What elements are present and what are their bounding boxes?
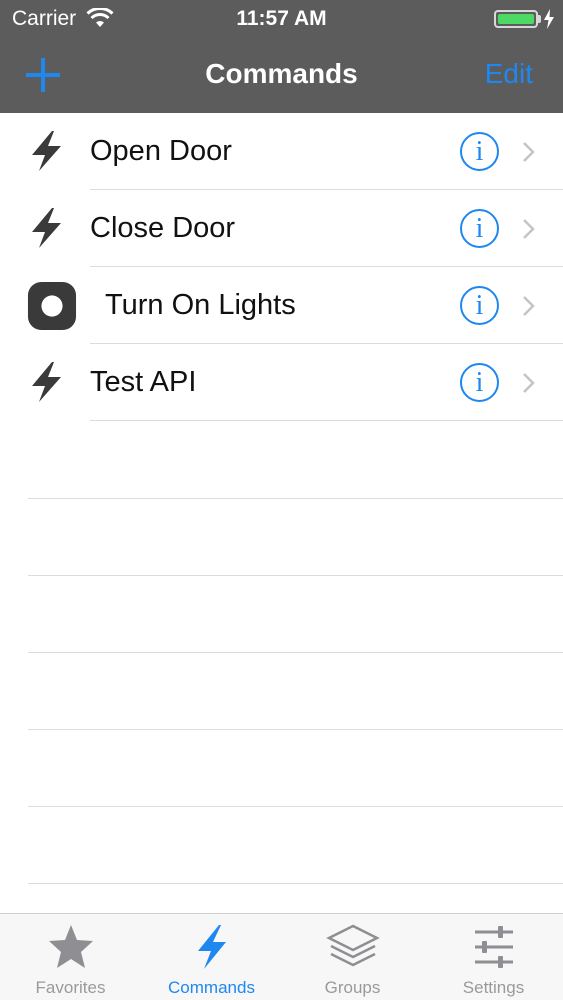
- info-icon[interactable]: i: [460, 132, 499, 171]
- chevron-right-icon: [523, 219, 535, 239]
- info-icon[interactable]: i: [460, 286, 499, 325]
- bolt-icon: [197, 925, 226, 969]
- tab-label: Commands: [168, 978, 255, 997]
- command-label: Test API: [90, 366, 197, 398]
- tab-bar: Favorites Commands Groups Settings: [0, 913, 563, 1000]
- bolt-icon: [32, 362, 61, 402]
- command-label: Open Door: [90, 135, 232, 167]
- tab-label: Settings: [462, 978, 525, 997]
- status-bar: Carrier 11:57 AM: [0, 0, 563, 38]
- charging-bolt-icon: [544, 9, 554, 29]
- empty-row-separator: [28, 729, 563, 730]
- record-button-icon: [27, 281, 77, 331]
- info-icon[interactable]: i: [460, 209, 499, 248]
- tab-favorites[interactable]: Favorites: [0, 914, 141, 1000]
- list-item-close-door[interactable]: Close Door i: [0, 190, 563, 267]
- tab-settings[interactable]: Settings: [423, 914, 563, 1000]
- battery-cap: [538, 15, 541, 23]
- chevron-right-icon: [523, 296, 535, 316]
- navigation-header: Carrier 11:57 AM Commands Edit: [0, 0, 563, 113]
- command-label: Turn On Lights: [105, 289, 296, 321]
- empty-row-separator: [28, 575, 563, 576]
- chevron-right-icon: [523, 142, 535, 162]
- tab-label: Favorites: [35, 978, 106, 997]
- chevron-right-icon: [523, 373, 535, 393]
- tab-commands[interactable]: Commands: [141, 914, 282, 1000]
- bolt-icon: [32, 131, 61, 171]
- tab-label: Groups: [324, 978, 381, 997]
- empty-row-separator: [28, 806, 563, 807]
- command-label: Close Door: [90, 212, 236, 244]
- info-icon[interactable]: i: [460, 363, 499, 402]
- row-separator: [90, 420, 563, 421]
- empty-row-separator: [28, 498, 563, 499]
- list-item-open-door[interactable]: Open Door i: [0, 113, 563, 190]
- page-title: Commands: [205, 58, 358, 89]
- list-item-turn-on-lights[interactable]: Turn On Lights i: [0, 267, 563, 344]
- empty-row-separator: [28, 883, 563, 884]
- list-item-test-api[interactable]: Test API i: [0, 344, 563, 421]
- battery-icon: [494, 10, 538, 28]
- sliders-icon: [474, 926, 513, 968]
- stack-icon: [325, 924, 380, 967]
- empty-row-separator: [28, 652, 563, 653]
- tab-groups[interactable]: Groups: [282, 914, 423, 1000]
- bolt-icon: [32, 208, 61, 248]
- status-time: 11:57 AM: [236, 7, 327, 30]
- edit-button[interactable]: Edit: [485, 58, 533, 90]
- star-icon: [48, 925, 93, 968]
